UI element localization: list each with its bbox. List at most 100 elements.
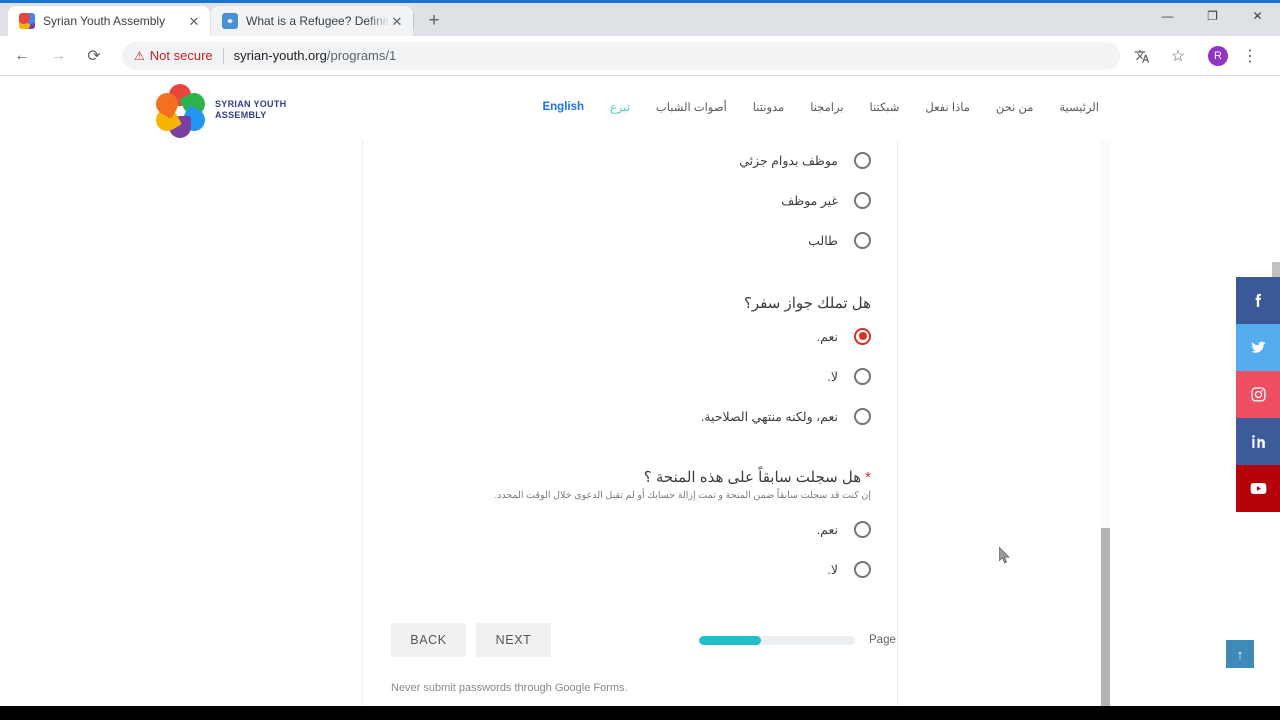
bookmark-star-icon[interactable]: ☆ [1164,42,1192,70]
back-button[interactable]: BACK [391,623,466,657]
nav-item-about[interactable]: من نحن [983,100,1047,114]
nav-item-blog[interactable]: مدونتنا [740,100,797,114]
page-viewport: الحالة الوظيفية * موظف بدوام كامل SYRIAN… [0,78,1280,706]
sya-logo-icon [19,13,35,29]
page-indicator: Page 2 of 5 [869,634,897,646]
browser-window: Syrian Youth Assembly ✕ ⚭ What is a Refu… [0,0,1280,720]
browser-toolbar: ← → ⟳ ⚠ Not secure syrian-youth.org/prog… [0,36,1280,76]
nav-item-youth-voices[interactable]: أصوات الشباب [643,100,740,114]
radio-icon[interactable] [854,407,871,425]
tab-1-close-icon[interactable]: ✕ [186,13,202,29]
profile-avatar[interactable]: R [1208,45,1228,66]
employment-option-unemployed[interactable]: غير موظف [391,180,871,220]
reload-icon[interactable]: ⟳ [80,42,108,70]
previous-registration-option-yes[interactable]: نعم. [391,509,871,549]
radio-icon-selected[interactable] [854,327,871,345]
scroll-to-top-button[interactable]: ↑ [1226,640,1254,668]
nav-item-what-we-do[interactable]: ماذا نفعل [912,100,982,114]
google-form-content: موظف بدوام جزئي غير موظف طالب هل تملك جو… [363,78,897,694]
nav-item-donate[interactable]: تبرع [597,100,643,114]
radio-icon[interactable] [854,367,871,385]
browser-titlebar: Syrian Youth Assembly ✕ ⚭ What is a Refu… [0,0,1280,36]
unhcr-icon: ⚭ [222,13,238,29]
progress-bar-fill [699,635,762,645]
option-label: غير موظف [781,193,838,208]
previous-registration-question-title: *هل سجلت سابقاً على هذه المنحة ؟ [391,450,871,490]
mouse-cursor [999,547,1010,564]
radio-icon[interactable] [854,520,871,538]
passport-option-expired[interactable]: نعم، ولكنه منتهي الصلاحية. [391,396,871,436]
passport-question-title: هل تملك جواز سفر؟ [743,295,871,312]
radio-icon[interactable] [854,191,871,209]
address-bar[interactable]: ⚠ Not secure syrian-youth.org/programs/1 [122,41,1120,70]
screen-bottom-letterbox [0,706,1280,720]
option-label: لا. [827,369,838,384]
social-sidebar [1236,277,1280,512]
form-progress: Page 2 of 5 [699,634,897,646]
nav-item-home[interactable]: الرئيسية [1046,100,1112,114]
required-marker: * [865,469,871,486]
radio-icon[interactable] [854,231,871,249]
next-button[interactable]: NEXT [476,623,551,657]
tab-separator [413,13,414,29]
new-tab-button[interactable]: + [420,7,448,35]
passport-option-yes[interactable]: نعم. [391,316,871,356]
option-label: طالب [808,233,838,248]
site-header: SYRIAN YOUTH ASSEMBLY الرئيسية من نحن ما… [0,78,1280,140]
progress-bar-track [699,635,855,645]
radio-icon[interactable] [854,560,871,578]
previous-registration-help-text: إن كنت قد سجلت سابقاً ضمن المنحة و تمت إ… [494,490,871,501]
option-label: نعم، ولكنه منتهي الصلاحية. [700,409,838,424]
form-disclaimer: Never submit passwords through Google Fo… [391,682,628,694]
facebook-icon[interactable] [1236,277,1280,324]
browser-tab-1[interactable]: Syrian Youth Assembly ✕ [8,6,210,36]
passport-option-no[interactable]: لا. [391,356,871,396]
toolbar-right-cluster: ☆ R ⋮ [1128,42,1272,70]
instagram-icon[interactable] [1236,371,1280,418]
tab-2-close-icon[interactable]: ✕ [389,13,405,29]
site-logo-text: SYRIAN YOUTH ASSEMBLY [215,99,286,121]
linkedin-icon[interactable] [1236,418,1280,465]
option-label: لا. [827,562,838,577]
passport-question-block: هل تملك جواز سفر؟ نعم. لا. نعم، ولكنه من… [363,260,897,436]
option-label: نعم. [816,329,838,344]
nav-item-network[interactable]: شبكتنا [857,100,913,114]
nav-item-language-english[interactable]: English [529,101,597,113]
google-form-frame: موظف بدوام جزئي غير موظف طالب هل تملك جو… [362,78,898,706]
inner-scrollbar-thumb[interactable] [1101,528,1110,706]
site-logo[interactable]: SYRIAN YOUTH ASSEMBLY [151,84,286,138]
tab-1-title: Syrian Youth Assembly [43,14,166,28]
maximize-button[interactable]: ❐ [1190,0,1235,32]
forward-icon[interactable]: → [44,42,72,70]
previous-registration-option-no[interactable]: لا. [391,549,871,589]
close-window-button[interactable]: ✕ [1235,0,1280,32]
sya-logo-mark-icon [151,84,210,138]
logo-line-1: SYRIAN YOUTH [215,99,287,109]
tab-2-title: What is a Refugee? Definition an [246,14,389,28]
titlebar-accent-line [0,0,1280,3]
url-path: /programs/1 [326,48,397,63]
employment-option-student[interactable]: طالب [391,220,871,260]
nav-item-programs[interactable]: برامجنا [797,100,856,114]
option-label: نعم. [816,522,838,537]
browser-menu-icon[interactable]: ⋮ [1236,42,1264,70]
not-secure-warning-icon: ⚠ [134,48,145,63]
browser-tab-2[interactable]: ⚭ What is a Refugee? Definition an ✕ [211,6,414,36]
employment-option-part-time[interactable]: موظف بدوام جزئي [391,140,871,180]
radio-icon[interactable] [854,151,871,169]
youtube-icon[interactable] [1236,465,1280,512]
form-footer: BACK NEXT Page 2 of 5 [363,623,897,657]
option-label: موظف بدوام جزئي [739,153,838,168]
site-navigation: الرئيسية من نحن ماذا نفعل شبكتنا برامجنا… [529,100,1112,114]
back-icon[interactable]: ← [8,42,36,70]
url-host: syrian-youth.org [233,48,327,63]
twitter-icon[interactable] [1236,324,1280,371]
minimize-button[interactable]: — [1145,0,1190,32]
translate-icon[interactable] [1128,42,1156,70]
window-controls: — ❐ ✕ [1145,0,1280,32]
security-status-label[interactable]: Not secure [150,48,213,63]
omnibox-divider [222,47,224,64]
logo-line-2: ASSEMBLY [215,110,267,120]
question-text: هل سجلت سابقاً على هذه المنحة ؟ [643,469,862,486]
previous-registration-question-block: *هل سجلت سابقاً على هذه المنحة ؟ إن كنت … [363,436,897,589]
